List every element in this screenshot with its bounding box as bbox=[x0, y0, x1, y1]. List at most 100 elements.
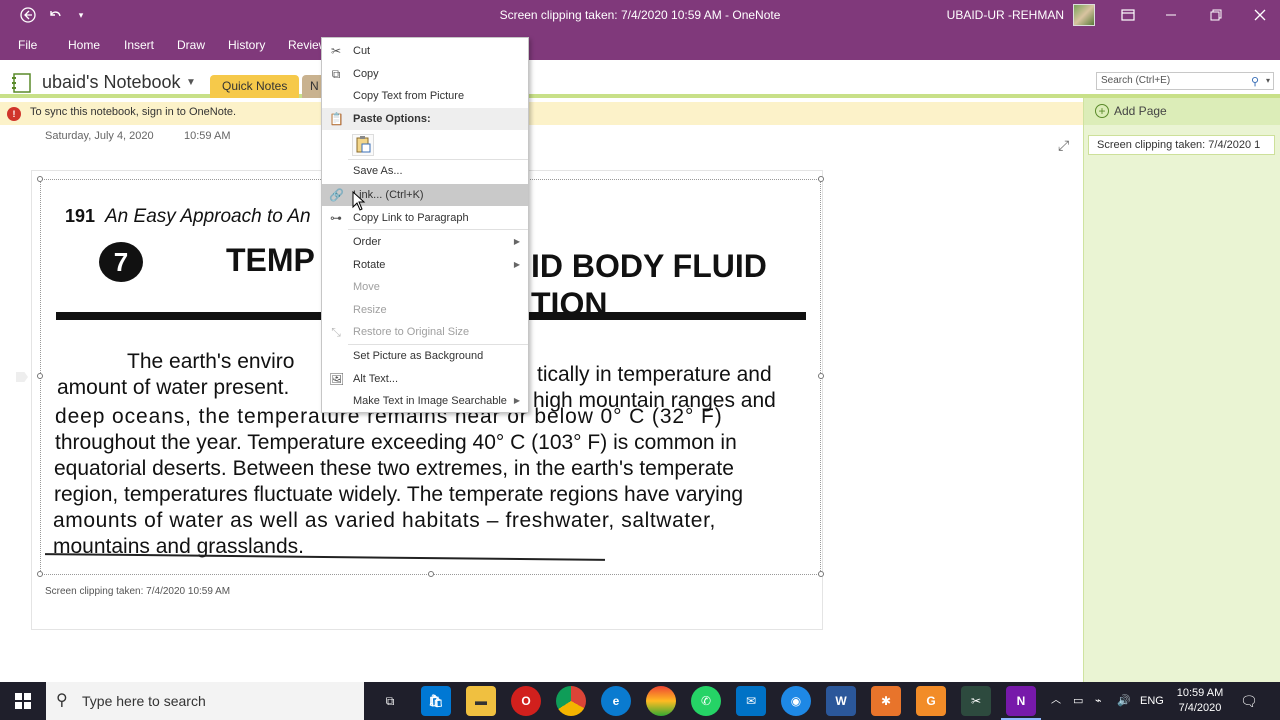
taskbar-search-placeholder: Type here to search bbox=[82, 693, 206, 709]
onenote-icon[interactable]: N bbox=[1006, 686, 1036, 716]
language-indicator[interactable]: ENG bbox=[1140, 682, 1164, 720]
gom-player-icon[interactable]: G bbox=[916, 686, 946, 716]
submenu-arrow-icon: ▶ bbox=[513, 237, 520, 246]
resize-handle[interactable] bbox=[37, 571, 43, 577]
scan-line: throughout the year. Temperature exceedi… bbox=[55, 431, 737, 454]
resize-handle[interactable] bbox=[818, 571, 824, 577]
search-icon[interactable]: ⚲ bbox=[1251, 74, 1259, 90]
taskbar-clock[interactable]: 10:59 AM 7/4/2020 bbox=[1168, 686, 1232, 716]
restore-icon[interactable] bbox=[1204, 0, 1228, 30]
menu-item-cut[interactable]: ✂ Cut bbox=[322, 40, 528, 62]
menu-label: Paste Options: bbox=[353, 113, 431, 125]
add-page-label: Add Page bbox=[1114, 104, 1167, 118]
resize-handle[interactable] bbox=[818, 176, 824, 182]
file-explorer-icon[interactable]: ▬ bbox=[466, 686, 496, 716]
action-center-icon[interactable]: 🗨 bbox=[1240, 682, 1258, 720]
menu-label: Copy Link to Paragraph bbox=[353, 212, 469, 224]
menu-item-rotate[interactable]: Rotate ▶ bbox=[322, 254, 528, 276]
microsoft-store-icon[interactable]: 🛍 bbox=[421, 686, 451, 716]
close-icon[interactable] bbox=[1248, 0, 1272, 30]
word-icon[interactable]: W bbox=[826, 686, 856, 716]
battery-icon[interactable]: ▭ bbox=[1073, 682, 1083, 720]
paint-icon[interactable] bbox=[646, 686, 676, 716]
menu-item-alt-text[interactable]: 🖼 Alt Text... bbox=[322, 368, 528, 390]
scan-line: The earth's enviro bbox=[127, 350, 295, 373]
sync-message[interactable]: To sync this notebook, sign in to OneNot… bbox=[30, 102, 236, 123]
page-canvas[interactable]: Saturday, July 4, 2020 10:59 AM ⤢ 191 An… bbox=[0, 125, 1083, 682]
resize-handle[interactable] bbox=[37, 176, 43, 182]
add-page-button[interactable]: + Add Page bbox=[1084, 98, 1280, 125]
menu-label: Rotate bbox=[353, 259, 386, 271]
paragraph-handle-icon[interactable] bbox=[16, 372, 28, 382]
clipping-caption: Screen clipping taken: 7/4/2020 10:59 AM bbox=[45, 586, 231, 597]
tab-insert[interactable]: Insert bbox=[124, 30, 154, 60]
menu-item-order[interactable]: Order ▶ bbox=[322, 231, 528, 253]
show-hidden-icons-icon[interactable]: ︿ bbox=[1051, 682, 1061, 720]
taskbar-search-input[interactable]: ⚲ Type here to search bbox=[46, 682, 364, 720]
notebook-icon[interactable] bbox=[10, 72, 34, 94]
notebook-name[interactable]: ubaid's Notebook bbox=[42, 72, 181, 93]
tab-home[interactable]: Home bbox=[68, 30, 100, 60]
browser-icon[interactable]: ◉ bbox=[781, 686, 811, 716]
chrome-icon[interactable] bbox=[556, 686, 586, 716]
opera-icon[interactable]: O bbox=[511, 686, 541, 716]
scan-line: tically in temperature and bbox=[537, 363, 772, 386]
menu-separator bbox=[348, 229, 528, 230]
menu-label: Copy Text from Picture bbox=[353, 90, 465, 102]
menu-item-copy[interactable]: ⧉ Copy bbox=[322, 63, 528, 85]
submenu-arrow-icon: ▶ bbox=[513, 396, 520, 405]
menu-label: Alt Text... bbox=[353, 373, 399, 385]
whatsapp-icon[interactable]: ✆ bbox=[691, 686, 721, 716]
menu-label: Order bbox=[353, 236, 382, 248]
user-name[interactable]: UBAID-UR -REHMAN bbox=[947, 0, 1064, 30]
ribbon-tabs: File Home Insert Draw History Review bbox=[0, 30, 1280, 60]
network-icon[interactable]: ⌁ bbox=[1095, 682, 1102, 720]
resize-handle[interactable] bbox=[37, 373, 43, 379]
section-tab-quick-notes[interactable]: Quick Notes bbox=[210, 75, 300, 98]
paste-as-picture-icon[interactable] bbox=[352, 134, 374, 156]
scissors-icon: ✂ bbox=[330, 44, 342, 58]
menu-item-make-text-searchable[interactable]: Make Text in Image Searchable ▶ bbox=[322, 390, 528, 412]
tab-file[interactable]: File bbox=[18, 30, 37, 60]
resize-handle[interactable] bbox=[818, 373, 824, 379]
search-input[interactable]: Search (Ctrl+E) ⚲ ▾ bbox=[1096, 72, 1274, 90]
avatar[interactable] bbox=[1073, 4, 1095, 26]
notebook-bar: ubaid's Notebook ▼ Quick Notes N Search … bbox=[0, 60, 1280, 98]
page-date: Saturday, July 4, 2020 bbox=[45, 130, 154, 142]
mail-icon[interactable]: ✉ bbox=[736, 686, 766, 716]
link-icon: 🔗 bbox=[329, 188, 344, 202]
undo-icon[interactable] bbox=[44, 0, 66, 30]
menu-item-save-as[interactable]: Save As... bbox=[322, 160, 528, 182]
scan-heading-right-1: ID BODY FLUID bbox=[531, 248, 767, 284]
scan-line: amount of water present. bbox=[57, 376, 290, 399]
menu-item-move: Move bbox=[322, 276, 528, 298]
menu-item-copy-text-from-picture[interactable]: Copy Text from Picture bbox=[322, 85, 528, 107]
scan-line: region, temperatures fluctuate widely. T… bbox=[54, 483, 744, 506]
back-icon[interactable] bbox=[16, 0, 40, 30]
tab-history[interactable]: History bbox=[228, 30, 265, 60]
menu-label: Copy bbox=[353, 68, 379, 80]
customize-quick-access-icon[interactable]: ▾ bbox=[72, 0, 90, 30]
volume-icon[interactable]: 🔊 bbox=[1117, 682, 1131, 720]
filmora-icon[interactable]: ✂ bbox=[961, 686, 991, 716]
menu-label: Cut bbox=[353, 45, 371, 57]
restore-size-icon: ⤡ bbox=[331, 325, 341, 339]
copy-icon: ⧉ bbox=[331, 67, 341, 81]
paint-app-icon[interactable]: ✱ bbox=[871, 686, 901, 716]
mouse-cursor-icon bbox=[352, 191, 366, 211]
ribbon-display-options-icon[interactable] bbox=[1116, 0, 1140, 30]
notebook-dropdown-icon[interactable]: ▼ bbox=[186, 77, 196, 88]
menu-item-set-picture-as-background[interactable]: Set Picture as Background bbox=[322, 345, 528, 367]
page-list-item[interactable]: Screen clipping taken: 7/4/2020 1 bbox=[1088, 135, 1275, 155]
expand-icon[interactable]: ⤢ bbox=[1058, 137, 1069, 154]
tab-draw[interactable]: Draw bbox=[177, 30, 205, 60]
search-scope-icon[interactable]: ▾ bbox=[1266, 73, 1270, 89]
paste-icon: 📋 bbox=[329, 112, 344, 126]
clock-date: 7/4/2020 bbox=[1178, 702, 1222, 714]
minimize-icon[interactable] bbox=[1160, 0, 1184, 30]
edge-icon[interactable]: e bbox=[601, 686, 631, 716]
resize-handle[interactable] bbox=[428, 571, 434, 577]
windows-start-icon[interactable] bbox=[0, 682, 45, 720]
task-view-icon[interactable]: ⧉ bbox=[375, 686, 405, 716]
menu-label: Resize bbox=[353, 304, 387, 316]
